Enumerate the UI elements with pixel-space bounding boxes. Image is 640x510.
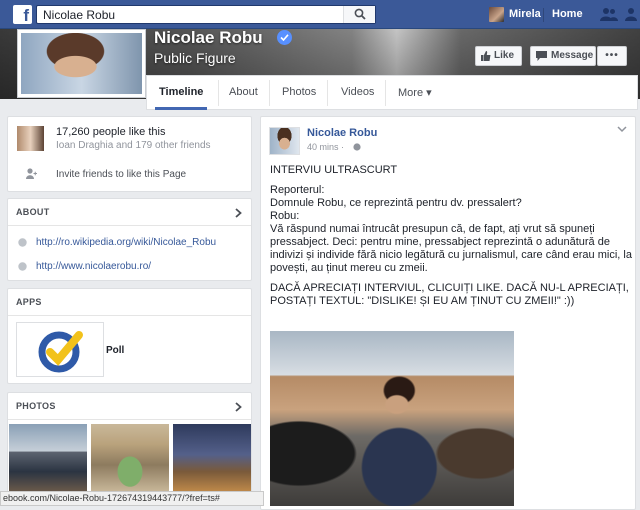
post-options-chevron-icon[interactable] xyxy=(617,126,627,133)
browser-status-url: ebook.com/Nicolae-Robu-172674319443777/?… xyxy=(0,491,264,506)
page-tabs: Timeline About Photos Videos More ▾ xyxy=(146,75,638,110)
globe-icon xyxy=(18,262,27,271)
photos-title: PHOTOS xyxy=(16,401,56,411)
user-name-link[interactable]: Mirela xyxy=(509,8,541,20)
search-input[interactable] xyxy=(37,6,337,23)
post-line: Reporterul: xyxy=(270,184,325,196)
page-category: Public Figure xyxy=(154,50,236,66)
tab-timeline[interactable]: Timeline xyxy=(159,86,203,98)
tab-photos[interactable]: Photos xyxy=(282,86,316,98)
message-icon xyxy=(536,51,547,61)
photo-thumbnail[interactable] xyxy=(91,424,169,492)
apps-title: APPS xyxy=(16,297,42,307)
thumbs-up-icon xyxy=(481,51,491,61)
people-icon[interactable] xyxy=(624,7,638,21)
home-link[interactable]: Home xyxy=(552,8,583,20)
about-header[interactable]: ABOUT xyxy=(8,199,251,226)
search-button[interactable] xyxy=(343,6,375,23)
post-line: DACĂ APRECIAȚI INTERVIUL, CLICUIȚI LIKE.… xyxy=(270,282,629,307)
about-title: ABOUT xyxy=(16,207,50,217)
likes-count[interactable]: 17,260 people like this xyxy=(56,126,165,138)
verified-badge-icon xyxy=(277,30,292,45)
post-line: Vă răspund numai întrucât presupun că, d… xyxy=(270,223,632,274)
apps-header: APPS xyxy=(8,289,251,316)
facebook-logo[interactable]: f xyxy=(13,5,32,24)
search-box[interactable] xyxy=(36,5,376,24)
about-card: ABOUT http://ro.wikipedia.org/wiki/Nicol… xyxy=(7,198,252,281)
poll-checkmark-icon xyxy=(38,331,83,373)
page-name: Nicolae Robu xyxy=(154,28,263,47)
friends-thumbnail[interactable] xyxy=(17,126,44,151)
profile-picture-frame[interactable] xyxy=(17,29,146,98)
apps-card: APPS Poll xyxy=(7,288,252,384)
tab-divider xyxy=(385,80,386,106)
top-navigation-bar: f Mirela Home xyxy=(0,0,640,29)
photos-card: PHOTOS xyxy=(7,392,252,498)
likes-card: 17,260 people like this Ioan Draghia and… xyxy=(7,116,252,192)
like-button-label: Like xyxy=(494,50,515,61)
chevron-right-icon[interactable] xyxy=(235,208,242,218)
photo-thumbnail[interactable] xyxy=(9,424,87,492)
post-photo[interactable] xyxy=(270,331,514,506)
message-button[interactable]: Message xyxy=(530,46,596,66)
post-author-name[interactable]: Nicolae Robu xyxy=(307,127,377,139)
tab-about[interactable]: About xyxy=(229,86,258,98)
post-author-avatar[interactable] xyxy=(269,127,300,155)
tab-more[interactable]: More ▾ xyxy=(398,86,432,99)
post-line: Domnule Robu, ce reprezintă pentru dv. p… xyxy=(270,197,522,209)
profile-picture xyxy=(21,33,142,94)
search-icon xyxy=(354,8,366,20)
like-page-button[interactable]: Like xyxy=(475,46,522,66)
message-button-label: Message xyxy=(551,50,594,61)
nav-divider xyxy=(543,8,544,22)
friends-icon[interactable] xyxy=(600,7,618,21)
tab-videos[interactable]: Videos xyxy=(341,86,374,98)
post-line: INTERVIU ULTRASCURT xyxy=(270,164,398,176)
friends-who-like[interactable]: Ioan Draghia and 179 other friends xyxy=(56,140,211,151)
globe-icon xyxy=(18,238,27,247)
post-timestamp[interactable]: 40 mins · xyxy=(307,142,344,152)
photos-header[interactable]: PHOTOS xyxy=(8,393,251,420)
invite-friends-icon xyxy=(26,168,37,179)
active-tab-indicator xyxy=(155,107,207,110)
photo-thumbnail[interactable] xyxy=(173,424,251,492)
poll-app-label[interactable]: Poll xyxy=(106,345,124,356)
tab-divider xyxy=(218,80,219,106)
post-line: Robu: xyxy=(270,210,300,222)
public-globe-icon xyxy=(353,143,361,151)
chevron-right-icon[interactable] xyxy=(235,402,242,412)
poll-app-thumbnail[interactable] xyxy=(16,322,104,377)
timeline-post: Nicolae Robu 40 mins · INTERVIU ULTRASCU… xyxy=(260,116,636,510)
invite-friends-link[interactable]: Invite friends to like this Page xyxy=(56,169,186,180)
more-options-button[interactable]: ••• xyxy=(597,46,627,66)
user-avatar[interactable] xyxy=(489,7,504,22)
post-text: INTERVIU ULTRASCURT Reporterul: Domnule … xyxy=(270,164,632,308)
tab-divider xyxy=(269,80,270,106)
tab-divider xyxy=(327,80,328,106)
